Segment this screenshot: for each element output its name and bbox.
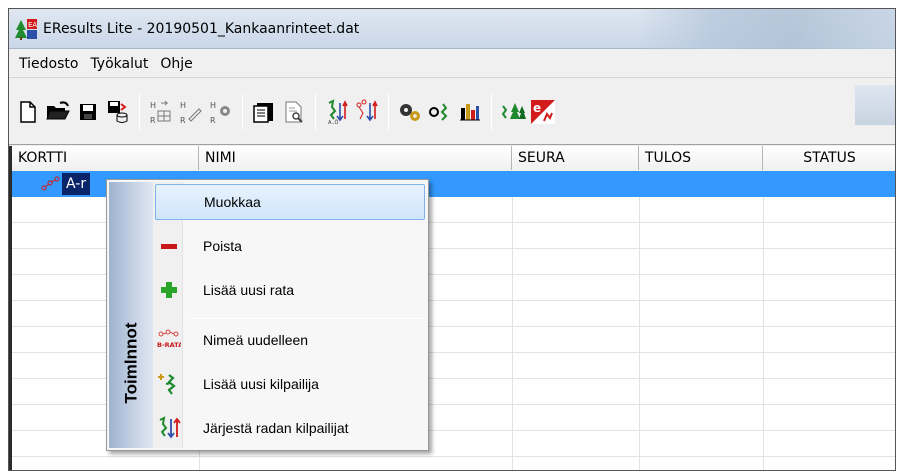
- menu-item-jarjesta-radan-kilpailijat[interactable]: Järjestä radan kilpailijat: [155, 410, 425, 446]
- menu-item-label: Järjestä radan kilpailijat: [203, 420, 349, 436]
- trees-runner-icon[interactable]: [500, 98, 526, 126]
- grid-r-icon[interactable]: HR: [148, 98, 174, 126]
- sort-az-icon[interactable]: A..Ö: [324, 98, 350, 126]
- add-competitor-icon: [157, 372, 181, 396]
- menu-item-label: Nimeä uudelleen: [203, 332, 309, 348]
- sort-map-icon[interactable]: [354, 98, 380, 126]
- menu-item-nimea-uudelleen[interactable]: B-RATA Nimeä uudelleen: [155, 322, 425, 358]
- title-bar-decoration: [635, 9, 895, 49]
- menu-tiedosto[interactable]: Tiedosto: [13, 56, 84, 72]
- menu-item-label: Lisää uusi kilpailija: [203, 376, 319, 392]
- column-header-kortti[interactable]: KORTTI: [12, 146, 199, 170]
- save-icon[interactable]: [75, 98, 101, 126]
- svg-text:EA: EA: [28, 21, 37, 29]
- grid-column-line: [639, 171, 640, 470]
- plus-icon: [157, 278, 181, 302]
- menu-item-muokkaa[interactable]: Muokkaa: [155, 184, 425, 220]
- svg-text:H: H: [180, 101, 186, 110]
- grid-header: KORTTI NIMI SEURA TULOS STATUS: [12, 146, 895, 170]
- menu-separator: [189, 318, 423, 319]
- svg-text:e: e: [533, 101, 541, 115]
- column-header-seura[interactable]: SEURA: [512, 146, 639, 170]
- open-folder-icon[interactable]: [45, 98, 71, 126]
- settings-r-icon[interactable]: HR: [208, 98, 234, 126]
- grid-column-line: [512, 171, 513, 470]
- toolbar-separator: [388, 93, 389, 130]
- toolbar: HR HR HR A..Ö e: [9, 79, 895, 145]
- svg-text:R: R: [180, 116, 186, 125]
- title-bar[interactable]: EA EResults Lite - 20190501_Kankaanrinte…: [9, 9, 895, 49]
- new-file-icon[interactable]: [15, 98, 41, 126]
- toolbar-edge: [855, 85, 895, 125]
- menu-bar: Tiedosto Työkalut Ohje: [9, 50, 895, 78]
- svg-text:A..Ö: A..Ö: [328, 119, 339, 125]
- svg-text:R: R: [150, 116, 156, 125]
- save-db-icon[interactable]: [105, 98, 131, 126]
- gears-icon[interactable]: [397, 98, 423, 126]
- context-menu: Toimlnnot Muokkaa Poista Lisää uusi rata: [106, 179, 429, 451]
- context-menu-sidebar: Toimlnnot: [109, 182, 153, 448]
- menu-item-label: Lisää uusi rata: [203, 282, 295, 298]
- menu-item-label: Muokkaa: [204, 194, 261, 210]
- sort-competitors-icon: [157, 416, 181, 440]
- app-logo-icon: EA: [15, 18, 37, 40]
- rename-course-icon: B-RATA: [157, 328, 181, 352]
- edit-r-icon[interactable]: HR: [178, 98, 204, 126]
- column-header-tulos[interactable]: TULOS: [639, 146, 763, 170]
- context-menu-side-title: Toimlnnot: [121, 322, 141, 404]
- toolbar-separator: [491, 93, 492, 130]
- toolbar-separator: [242, 93, 243, 130]
- column-header-status[interactable]: STATUS: [763, 146, 895, 170]
- e-logo-icon[interactable]: e: [530, 98, 556, 126]
- application-window: EA EResults Lite - 20190501_Kankaanrinte…: [8, 8, 896, 471]
- svg-text:R: R: [210, 116, 216, 125]
- empty-icon-slot: [158, 190, 182, 214]
- preview-icon[interactable]: [281, 98, 307, 126]
- selected-row-label[interactable]: A-r: [62, 173, 91, 195]
- menu-ohje[interactable]: Ohje: [154, 56, 198, 72]
- menu-item-poista[interactable]: Poista: [155, 228, 425, 264]
- runner-icon[interactable]: [427, 98, 453, 126]
- menu-item-lisaa-uusi-kilpailija[interactable]: Lisää uusi kilpailija: [155, 366, 425, 402]
- minus-icon: [157, 234, 181, 258]
- menu-tyokalut[interactable]: Työkalut: [84, 56, 154, 72]
- context-menu-icon-gutter: [153, 182, 183, 448]
- svg-text:B-RATA: B-RATA: [157, 341, 181, 349]
- course-icon: [40, 175, 62, 193]
- svg-text:H: H: [150, 101, 156, 110]
- menu-item-lisaa-uusi-rata[interactable]: Lisää uusi rata: [155, 272, 425, 308]
- card-icon[interactable]: [251, 98, 277, 126]
- toolbar-separator: [139, 93, 140, 130]
- window-title: EResults Lite - 20190501_Kankaanrinteet.…: [43, 20, 360, 37]
- column-header-nimi[interactable]: NIMI: [199, 146, 512, 170]
- svg-text:H: H: [210, 101, 216, 110]
- grid-column-line: [763, 171, 764, 470]
- chart-icon[interactable]: [457, 98, 483, 126]
- menu-item-label: Poista: [203, 238, 242, 254]
- toolbar-separator: [315, 93, 316, 130]
